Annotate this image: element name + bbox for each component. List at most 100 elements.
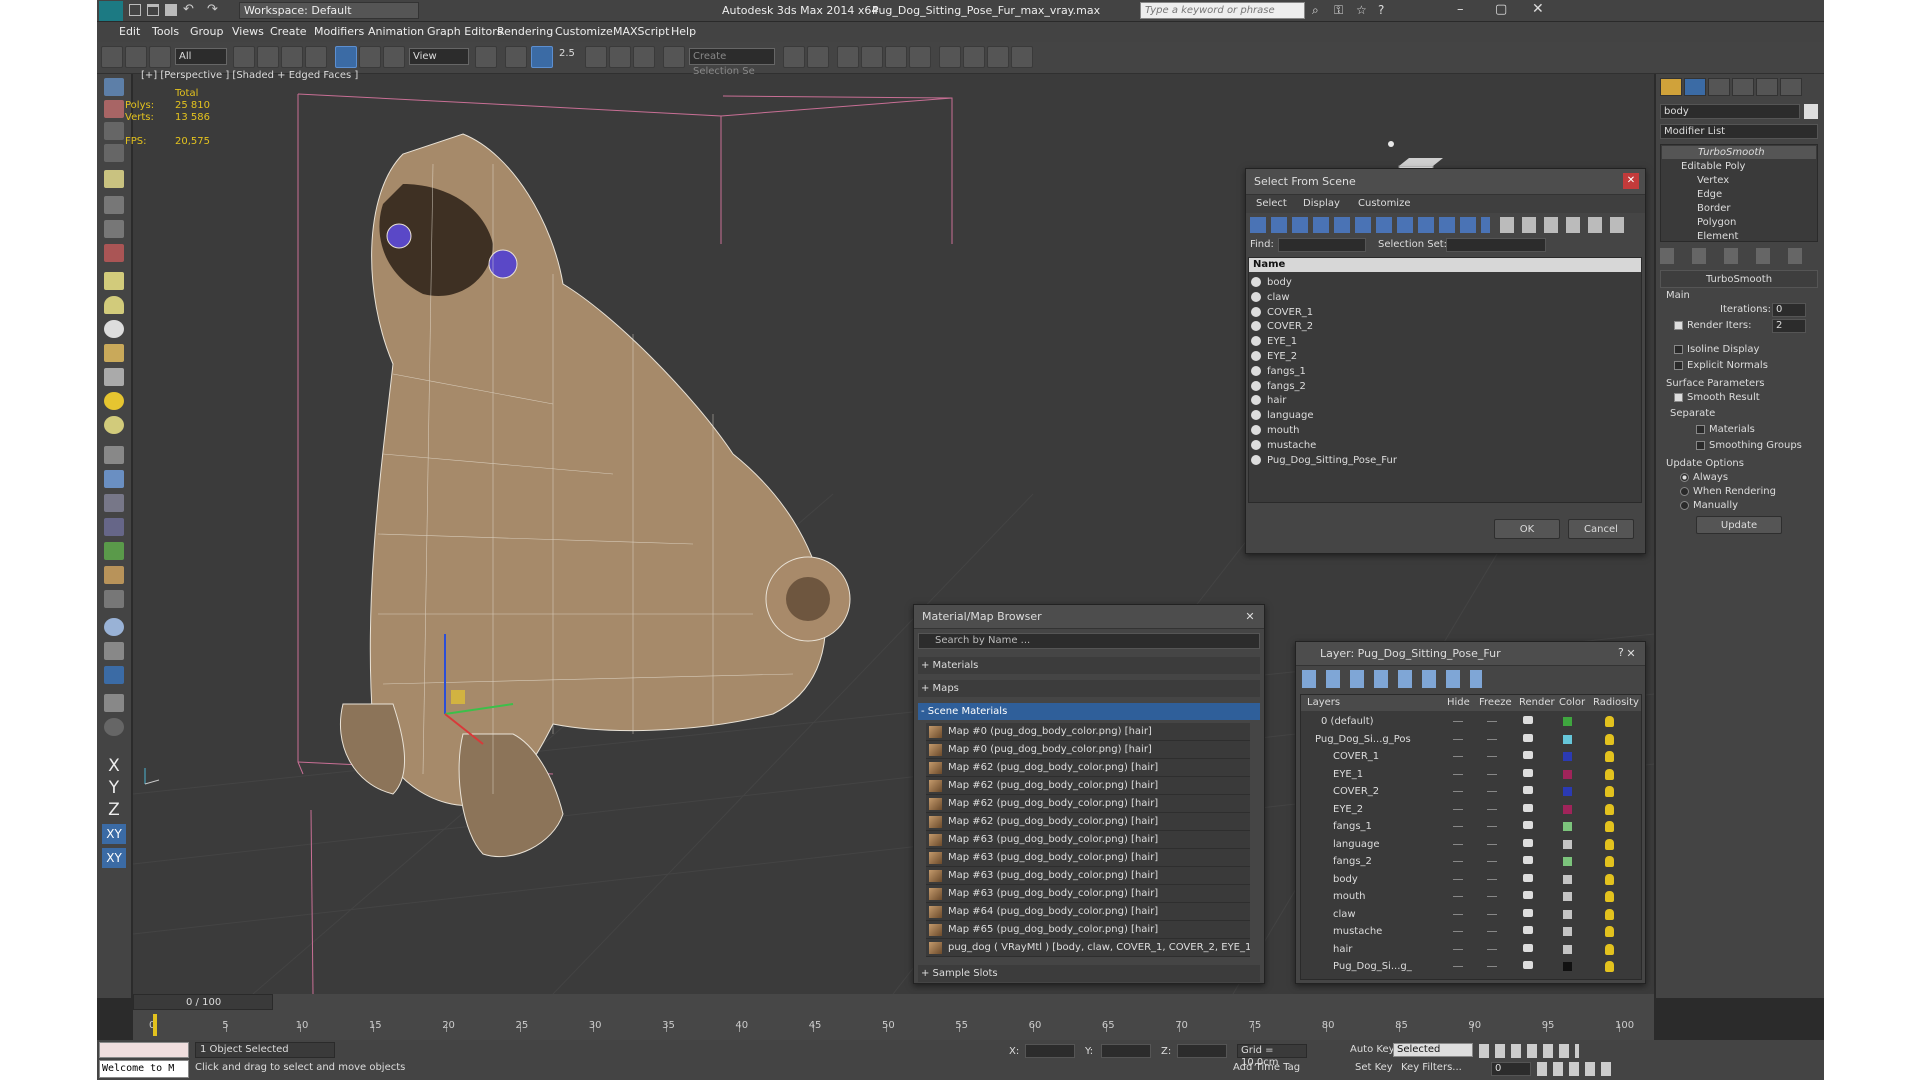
close-icon[interactable]: ✕ (1242, 609, 1258, 625)
stack-turbosmooth[interactable]: TurboSmooth (1662, 146, 1816, 159)
radiosity-bulb-icon[interactable] (1605, 768, 1614, 780)
image-icon[interactable] (104, 100, 124, 118)
set-key-button[interactable]: Set Key (1355, 1062, 1393, 1073)
light-icon[interactable] (104, 170, 124, 188)
menu-graph-editors[interactable]: Graph Editors (427, 25, 503, 38)
modifier-list-dropdown[interactable]: Modifier List (1660, 124, 1818, 139)
key-icon[interactable]: ⚿ (1334, 3, 1343, 18)
rendered-frame-window-icon[interactable] (987, 46, 1009, 68)
open-file-icon[interactable] (147, 4, 159, 16)
layer-color-swatch[interactable] (1563, 717, 1572, 726)
menu-maxscript[interactable]: MAXScript (613, 25, 669, 38)
layer-row[interactable]: COVER_2 (1301, 783, 1641, 800)
menu-customize[interactable]: Customize (555, 25, 613, 38)
pivot-center-icon[interactable] (475, 46, 497, 68)
hide-toggle[interactable] (1453, 861, 1463, 862)
materials-checkbox[interactable]: Materials (1696, 424, 1755, 435)
freeze-toggle[interactable] (1487, 773, 1497, 775)
layer-color-swatch[interactable] (1563, 944, 1572, 954)
render-toggle-icon[interactable] (1523, 838, 1533, 847)
syringe-icon[interactable] (104, 470, 124, 488)
menu-help[interactable]: Help (671, 25, 696, 38)
minimize-icon[interactable]: – (1457, 2, 1464, 17)
timeline-ruler[interactable]: 0510152025303540455055606570758085909510… (133, 994, 1654, 1040)
freeze-toggle[interactable] (1487, 878, 1497, 880)
stack-tools[interactable] (1660, 248, 1818, 264)
hide-toggle[interactable] (1453, 878, 1463, 880)
percent-snap-icon[interactable] (609, 46, 631, 68)
layer-color-swatch[interactable] (1563, 857, 1572, 866)
freeze-toggle[interactable] (1487, 738, 1497, 740)
radiosity-bulb-icon[interactable] (1605, 961, 1614, 972)
workspace-dropdown[interactable]: Workspace: Default (239, 2, 419, 19)
radiosity-bulb-icon[interactable] (1605, 821, 1614, 832)
cancel-button[interactable]: Cancel (1568, 519, 1634, 539)
modify-tab-icon[interactable] (1684, 78, 1706, 96)
col-color[interactable]: Color (1559, 697, 1585, 708)
axis-y-button[interactable]: Y (103, 778, 125, 798)
select-scale-icon[interactable] (383, 46, 405, 68)
layer-color-swatch[interactable] (1563, 909, 1572, 919)
layer-row[interactable]: fangs_2 (1301, 853, 1641, 870)
select-object-icon[interactable] (233, 46, 255, 68)
maxscript-mini-listener[interactable]: Welcome to M (99, 1060, 189, 1078)
smoothing-groups-checkbox[interactable]: Smoothing Groups (1696, 440, 1802, 451)
render-production-icon[interactable] (1011, 46, 1033, 68)
render-toggle-icon[interactable] (1523, 716, 1533, 724)
radiosity-bulb-icon[interactable] (1605, 926, 1614, 937)
layer-color-swatch[interactable] (1563, 734, 1572, 744)
layer-color-swatch[interactable] (1563, 892, 1572, 901)
render-toggle-icon[interactable] (1523, 961, 1533, 969)
hide-toggle[interactable] (1453, 808, 1463, 810)
stack-vertex[interactable]: Vertex (1697, 175, 1729, 186)
reference-coordinate-dropdown[interactable]: View (409, 48, 469, 65)
menu-customize[interactable]: Customize (1358, 198, 1411, 209)
material-list-item[interactable]: Map #62 (pug_dog_body_color.png) [hair] (926, 813, 1250, 831)
freeze-toggle[interactable] (1487, 843, 1497, 845)
playback-controls[interactable] (1479, 1044, 1579, 1058)
layer-color-swatch[interactable] (1563, 839, 1572, 849)
hide-toggle[interactable] (1453, 913, 1463, 915)
menu-tools[interactable]: Tools (152, 25, 179, 38)
angle-snap-icon[interactable] (585, 46, 607, 68)
axis-z-button[interactable]: Z (103, 800, 125, 820)
radiosity-bulb-icon[interactable] (1605, 838, 1614, 850)
save-icon[interactable] (165, 4, 177, 16)
hide-toggle[interactable] (1453, 843, 1463, 845)
close-icon[interactable]: ✕ (1623, 646, 1639, 662)
environment-icon[interactable] (104, 618, 124, 636)
explicit-normals-checkbox[interactable]: Explicit Normals (1674, 360, 1768, 371)
freeze-toggle[interactable] (1487, 896, 1497, 897)
render-effects-icon[interactable] (104, 642, 124, 660)
list-icon[interactable] (104, 122, 124, 140)
menu-create[interactable]: Create (270, 25, 307, 38)
binoculars-icon[interactable]: ⌕ (1312, 3, 1319, 18)
search-input[interactable]: Type a keyword or phrase (1140, 2, 1305, 19)
stack-polygon[interactable]: Polygon (1697, 217, 1736, 228)
smooth-result-checkbox[interactable]: Smooth Result (1674, 392, 1760, 403)
menu-select[interactable]: Select (1256, 198, 1287, 209)
material-list-item[interactable]: Map #63 (pug_dog_body_color.png) [hair] (926, 831, 1250, 849)
material-list-item[interactable]: Map #63 (pug_dog_body_color.png) [hair] (926, 885, 1250, 903)
named-selection-dropdown[interactable]: Create Selection Se (689, 48, 775, 77)
layer-row[interactable]: fangs_1 (1301, 818, 1641, 835)
radiosity-bulb-icon[interactable] (1605, 856, 1614, 867)
menu-group[interactable]: Group (190, 25, 224, 38)
menu-rendering[interactable]: Rendering (497, 25, 553, 38)
axis-xy-cycle-button[interactable]: XY (102, 848, 126, 868)
layer-row[interactable]: COVER_1 (1301, 748, 1641, 765)
unlink-icon[interactable] (125, 46, 147, 68)
radiosity-bulb-icon[interactable] (1605, 716, 1614, 727)
freeze-toggle[interactable] (1487, 861, 1497, 862)
render-toggle-icon[interactable] (1523, 786, 1533, 794)
scene-object-row[interactable]: Pug_Dog_Sitting_Pose_Fur (1251, 452, 1643, 470)
group-sample-slots[interactable]: + Sample Slots (918, 965, 1260, 982)
column-name-header[interactable]: Name (1249, 258, 1641, 272)
hide-toggle[interactable] (1453, 948, 1463, 950)
radiosity-bulb-icon[interactable] (1605, 751, 1614, 762)
plant-icon[interactable] (104, 542, 124, 560)
freeze-toggle[interactable] (1487, 966, 1497, 967)
link-icon[interactable] (101, 46, 123, 68)
help-icon[interactable]: ? (1378, 3, 1384, 17)
update-button[interactable]: Update (1696, 516, 1782, 534)
